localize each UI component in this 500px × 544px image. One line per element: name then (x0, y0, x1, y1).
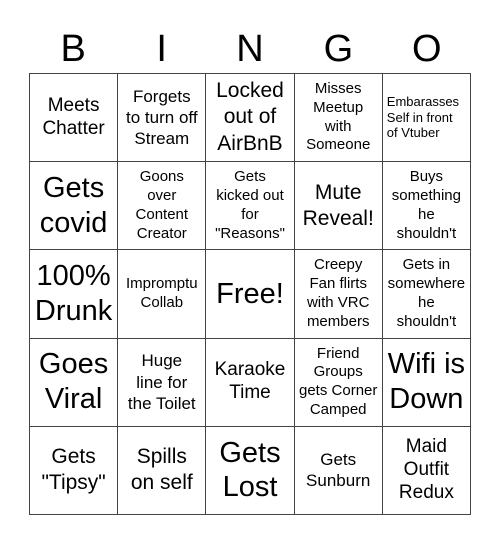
bingo-cell[interactable]: Gets in somewhere he shouldn't (382, 250, 471, 339)
bingo-cell[interactable]: Spills on self (118, 426, 207, 515)
header-letter-i: I (156, 28, 167, 70)
bingo-cell[interactable]: Huge line for the Toilet (118, 338, 207, 427)
bingo-cell[interactable]: Wifi is Down (382, 338, 471, 427)
header-letter-b: B (60, 28, 86, 70)
bingo-cell[interactable]: Impromptu Collab (118, 250, 207, 339)
bingo-cell[interactable]: Mute Reveal! (294, 162, 383, 251)
bingo-cell[interactable]: Karaoke Time (206, 338, 295, 427)
header-letter-n: N (236, 28, 264, 70)
bingo-cell[interactable]: Meets Chatter (30, 74, 119, 163)
bingo-cell[interactable]: Goes Viral (30, 338, 119, 427)
bingo-cell[interactable]: Goons over Content Creator (118, 162, 207, 251)
bingo-cell[interactable]: Embarasses Self in front of Vtuber (382, 74, 471, 163)
header-letter-g: G (323, 28, 354, 70)
bingo-cell[interactable]: Buys something he shouldn't (382, 162, 471, 251)
bingo-cell[interactable]: 100% Drunk (30, 250, 119, 339)
header-letter-o: O (412, 28, 442, 70)
bingo-cell[interactable]: Gets covid (30, 162, 119, 251)
bingo-free-space[interactable]: Free! (206, 250, 295, 339)
bingo-cell[interactable]: Forgets to turn off Stream (118, 74, 207, 163)
bingo-cell[interactable]: Gets Sunburn (294, 426, 383, 515)
bingo-cell[interactable]: Friend Groups gets Corner Camped (294, 338, 383, 427)
bingo-board: Meets Chatter Forgets to turn off Stream… (29, 73, 471, 515)
bingo-cell[interactable]: Gets kicked out for "Reasons" (206, 162, 295, 251)
bingo-cell[interactable]: Creepy Fan flirts with VRC members (294, 250, 383, 339)
bingo-cell[interactable]: Gets "Tipsy" (30, 426, 119, 515)
bingo-header: B I N G O (29, 26, 471, 72)
bingo-cell[interactable]: Gets Lost (206, 426, 295, 515)
bingo-cell[interactable]: Maid Outfit Redux (382, 426, 471, 515)
bingo-cell[interactable]: Locked out of AirBnB (206, 74, 295, 163)
bingo-cell[interactable]: Misses Meetup with Someone (294, 74, 383, 163)
